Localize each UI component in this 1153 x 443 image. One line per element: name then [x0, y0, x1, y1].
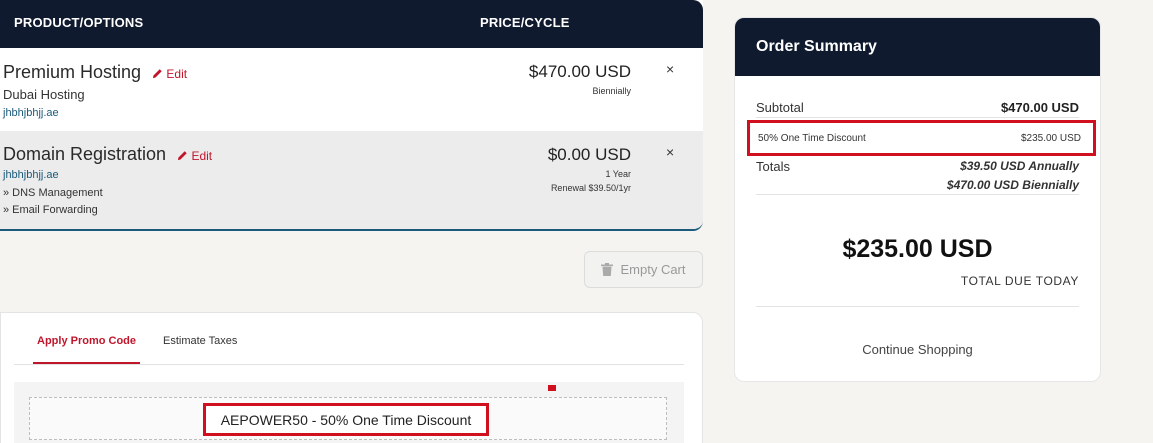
trash-icon — [601, 263, 614, 276]
continue-shopping-link[interactable]: Continue Shopping — [735, 342, 1100, 357]
order-summary: Order Summary Subtotal $470.00 USD 50% O… — [734, 17, 1101, 382]
order-summary-title: Order Summary — [735, 18, 1100, 76]
column-header-price: PRICE/CYCLE — [480, 15, 570, 30]
divider — [756, 306, 1079, 307]
item-cycle: Biennially — [592, 86, 631, 96]
applied-promo-code: AEPOWER50 - 50% One Time Discount — [203, 403, 489, 436]
totals-label: Totals — [756, 159, 790, 174]
totals-row: Totals $39.50 USD Annually $470.00 USD B… — [756, 159, 1079, 192]
subtotal-row: Subtotal $470.00 USD — [756, 100, 1079, 115]
empty-cart-button[interactable]: Empty Cart — [584, 251, 703, 288]
close-icon: × — [666, 144, 675, 160]
promo-content: AEPOWER50 - 50% One Time Discount — [14, 382, 684, 443]
pencil-icon — [152, 69, 162, 79]
remove-item-button[interactable]: × — [666, 61, 674, 77]
addon-dns-management: » DNS Management — [3, 187, 103, 199]
item-domain: jhbhjbhjj.ae — [3, 107, 59, 119]
item-cycle: 1 Year — [605, 169, 631, 179]
edit-link[interactable]: Edit — [152, 67, 187, 81]
item-renewal: Renewal $39.50/1yr — [550, 183, 631, 193]
promo-panel: Apply Promo Code Estimate Taxes AEPOWER5… — [0, 312, 703, 443]
close-icon: × — [666, 61, 675, 77]
highlight-marker — [548, 385, 556, 391]
cart-item-domain-registration: Domain Registration Edit jhbhjbhjj.ae » … — [0, 131, 703, 229]
remove-item-button[interactable]: × — [666, 144, 674, 160]
column-header-product: PRODUCT/OPTIONS — [14, 15, 144, 30]
discount-value: $235.00 USD — [1020, 133, 1081, 144]
tab-apply-promo-code[interactable]: Apply Promo Code — [32, 335, 141, 364]
divider — [756, 117, 1079, 118]
addon-email-forwarding: » Email Forwarding — [3, 204, 98, 216]
edit-link[interactable]: Edit — [177, 149, 212, 163]
item-price: $0.00 USD — [547, 145, 631, 164]
applied-promo-box: AEPOWER50 - 50% One Time Discount — [29, 397, 667, 440]
item-price: $470.00 USD — [528, 62, 631, 81]
total-due-label: TOTAL DUE TODAY — [960, 274, 1079, 288]
cart-header: PRODUCT/OPTIONS PRICE/CYCLE — [0, 0, 703, 48]
discount-row: 50% One Time Discount $235.00 USD — [747, 120, 1096, 156]
totals-biennial: $470.00 USD Biennially — [946, 178, 1079, 192]
promo-tabs: Apply Promo Code Estimate Taxes — [14, 313, 684, 365]
totals-annual: $39.50 USD Annually — [960, 159, 1079, 173]
subtotal-value: $470.00 USD — [1000, 100, 1079, 115]
divider — [756, 194, 1079, 195]
total-due-amount: $235.00 USD — [842, 235, 993, 263]
item-name: Premium Hosting Edit — [3, 62, 188, 82]
cart-table: PRODUCT/OPTIONS PRICE/CYCLE Premium Host… — [0, 0, 703, 231]
item-subtitle: Dubai Hosting — [3, 87, 85, 102]
pencil-icon — [178, 151, 187, 161]
cart-item-premium-hosting: Premium Hosting Edit Dubai Hosting jhbhj… — [0, 48, 703, 131]
subtotal-label: Subtotal — [756, 100, 804, 115]
item-domain: jhbhjbhjj.ae — [3, 169, 59, 181]
tab-estimate-taxes[interactable]: Estimate Taxes — [163, 335, 237, 347]
discount-label: 50% One Time Discount — [758, 133, 866, 144]
item-name: Domain Registration Edit — [3, 144, 213, 164]
